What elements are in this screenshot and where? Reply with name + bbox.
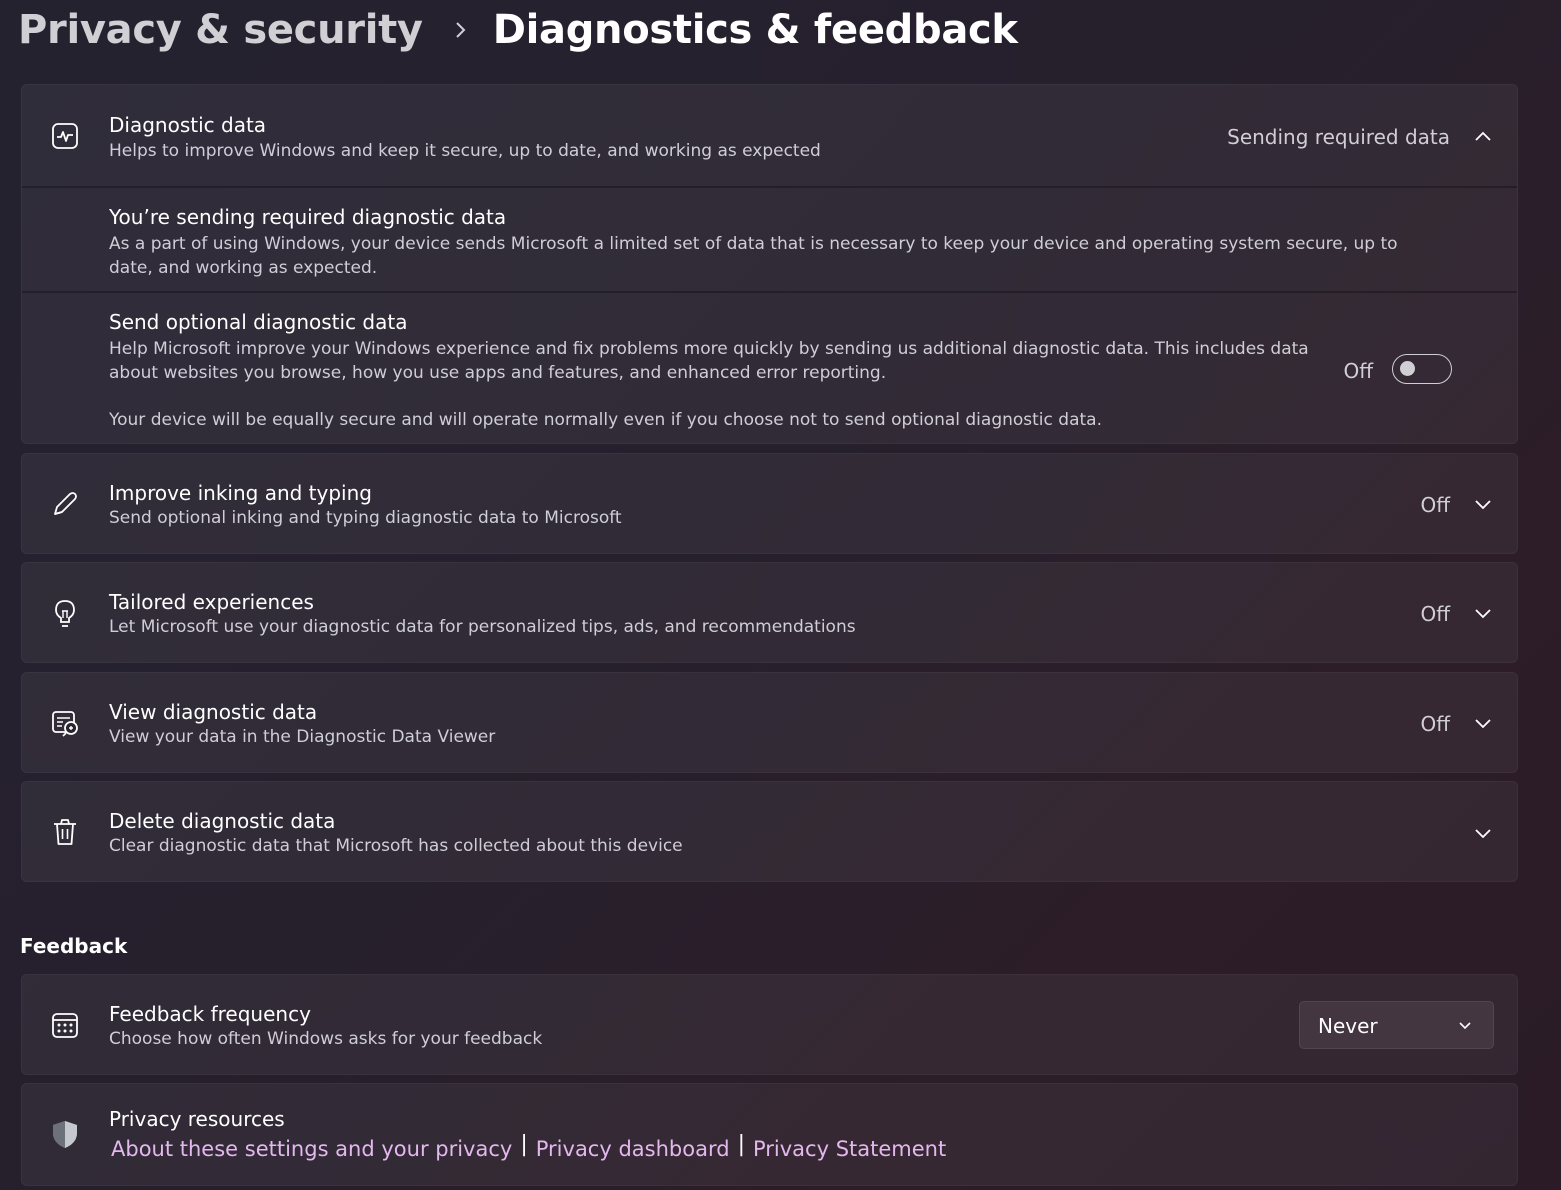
view-data-description: View your data in the Diagnostic Data Vi… <box>109 727 496 747</box>
view-data-title: View diagnostic data <box>109 700 318 724</box>
diagnostic-data-status: Sending required data <box>1227 125 1450 149</box>
feedback-frequency-title: Feedback frequency <box>109 1002 311 1026</box>
pulse-icon <box>48 119 82 153</box>
required-data-description: As a part of using Windows, your device … <box>109 234 1398 278</box>
about-settings-link[interactable]: About these settings and your privacy <box>111 1137 512 1161</box>
diagnostic-data-card: Diagnostic data Helps to improve Windows… <box>21 84 1518 444</box>
breadcrumb: Privacy & security Diagnostics & feedbac… <box>18 2 1018 58</box>
delete-data-title: Delete diagnostic data <box>109 809 336 833</box>
privacy-resources-card: Privacy resources About these settings a… <box>21 1083 1518 1186</box>
feedback-frequency-description: Choose how often Windows asks for your f… <box>109 1029 543 1049</box>
toggle-knob <box>1400 361 1415 376</box>
tailored-title: Tailored experiences <box>109 590 314 614</box>
calendar-icon <box>48 1008 82 1042</box>
optional-data-toggle-label: Off <box>1343 359 1373 383</box>
feedback-frequency-card: Feedback frequency Choose how often Wind… <box>21 974 1518 1075</box>
optional-data-title: Send optional diagnostic data <box>109 310 408 334</box>
chevron-right-icon <box>445 2 475 58</box>
diagnostic-data-title: Diagnostic data <box>109 113 267 137</box>
page-title: Diagnostics & feedback <box>492 7 1018 53</box>
inking-card[interactable]: Improve inking and typing Send optional … <box>21 453 1518 554</box>
diagnostic-data-description: Helps to improve Windows and keep it sec… <box>109 141 821 161</box>
pen-icon <box>48 487 82 521</box>
privacy-links: About these settings and your privacy | … <box>111 1132 946 1161</box>
link-separator: | <box>520 1132 528 1157</box>
inking-status: Off <box>1420 493 1450 517</box>
tailored-status: Off <box>1420 602 1450 626</box>
inking-description: Send optional inking and typing diagnost… <box>109 508 622 528</box>
diagnostic-data-header[interactable]: Diagnostic data Helps to improve Windows… <box>22 85 1517 186</box>
optional-data-note: Your device will be equally secure and w… <box>109 410 1102 430</box>
feedback-heading: Feedback <box>20 934 128 958</box>
privacy-dashboard-link[interactable]: Privacy dashboard <box>536 1137 730 1161</box>
privacy-statement-link[interactable]: Privacy Statement <box>753 1137 946 1161</box>
link-separator: | <box>737 1132 745 1157</box>
chevron-down-icon[interactable] <box>1472 822 1494 844</box>
shield-icon <box>48 1117 82 1151</box>
tailored-card[interactable]: Tailored experiences Let Microsoft use y… <box>21 562 1518 663</box>
required-data-row: You’re sending required diagnostic data … <box>22 188 1517 291</box>
tailored-description: Let Microsoft use your diagnostic data f… <box>109 617 856 637</box>
delete-data-description: Clear diagnostic data that Microsoft has… <box>109 836 683 856</box>
breadcrumb-parent[interactable]: Privacy & security <box>18 7 423 53</box>
view-data-status: Off <box>1420 712 1450 736</box>
lightbulb-icon <box>48 596 82 630</box>
chevron-down-icon <box>1455 1015 1475 1035</box>
chevron-up-icon[interactable] <box>1472 125 1494 147</box>
chevron-down-icon[interactable] <box>1472 602 1494 624</box>
inking-title: Improve inking and typing <box>109 481 372 505</box>
delete-data-card[interactable]: Delete diagnostic data Clear diagnostic … <box>21 781 1518 882</box>
feedback-frequency-dropdown[interactable]: Never <box>1299 1001 1494 1049</box>
trash-icon <box>48 815 82 849</box>
optional-data-toggle[interactable] <box>1392 354 1452 384</box>
privacy-resources-title: Privacy resources <box>109 1107 285 1131</box>
dropdown-selected-value: Never <box>1318 1014 1378 1038</box>
data-viewer-icon <box>48 706 82 740</box>
optional-data-description: Help Microsoft improve your Windows expe… <box>109 339 1309 383</box>
chevron-down-icon[interactable] <box>1472 712 1494 734</box>
chevron-down-icon[interactable] <box>1472 493 1494 515</box>
required-data-title: You’re sending required diagnostic data <box>109 205 507 229</box>
view-data-card[interactable]: View diagnostic data View your data in t… <box>21 672 1518 773</box>
optional-data-row: Send optional diagnostic data Help Micro… <box>22 293 1517 445</box>
